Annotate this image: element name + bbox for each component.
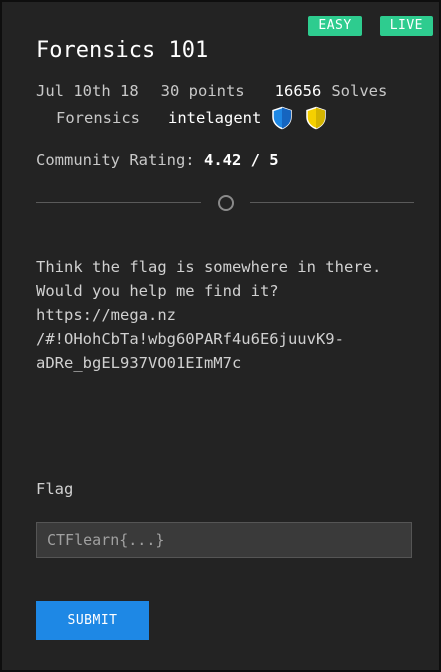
description-link: https://mega.nz xyxy=(36,306,176,324)
challenge-points: 30 points xyxy=(160,82,245,100)
divider-line-left xyxy=(36,202,201,203)
shield-blue-icon xyxy=(272,106,293,130)
status-badge: LIVE xyxy=(379,16,433,36)
challenge-meta: Jul 10th 18 30 points 16656 Solves xyxy=(36,82,387,100)
solves-count: 16656 xyxy=(274,82,322,100)
divider-line-right xyxy=(250,202,414,203)
divider-circle-icon xyxy=(218,195,234,211)
rating-value: 4.42 / 5 xyxy=(203,151,279,169)
flag-input[interactable] xyxy=(36,522,412,558)
submit-button[interactable]: SUBMIT xyxy=(36,601,149,640)
solves-label: Solves xyxy=(331,82,388,100)
description-line: Think the flag is somewhere in there. xyxy=(36,258,382,276)
challenge-category[interactable]: Forensics xyxy=(56,109,140,127)
challenge-date: Jul 10th 18 xyxy=(36,82,139,100)
description-link: /#!OHohCbTa!wbg60PARf4u6E6juuvK9- xyxy=(36,330,344,348)
challenge-card: EASY LIVE Forensics 101 Jul 10th 18 30 po… xyxy=(0,0,441,672)
rating-label: Community Rating: xyxy=(36,151,195,169)
flag-label: Flag xyxy=(36,480,74,498)
challenge-meta-secondary: Forensics intelagent xyxy=(56,106,327,130)
description-link: aDRe_bgEL937VO01EImM7c xyxy=(36,354,242,372)
challenge-title: Forensics 101 xyxy=(36,38,209,63)
community-rating: Community Rating: 4.42 / 5 xyxy=(36,151,279,169)
section-divider xyxy=(36,194,414,212)
difficulty-badge: EASY xyxy=(308,16,362,36)
description-line: Would you help me find it? xyxy=(36,282,279,300)
challenge-description: Think the flag is somewhere in there. Wo… xyxy=(36,255,416,375)
shield-yellow-icon xyxy=(306,106,327,130)
challenge-author[interactable]: intelagent xyxy=(168,109,261,127)
badge-group: EASY LIVE xyxy=(308,16,433,36)
